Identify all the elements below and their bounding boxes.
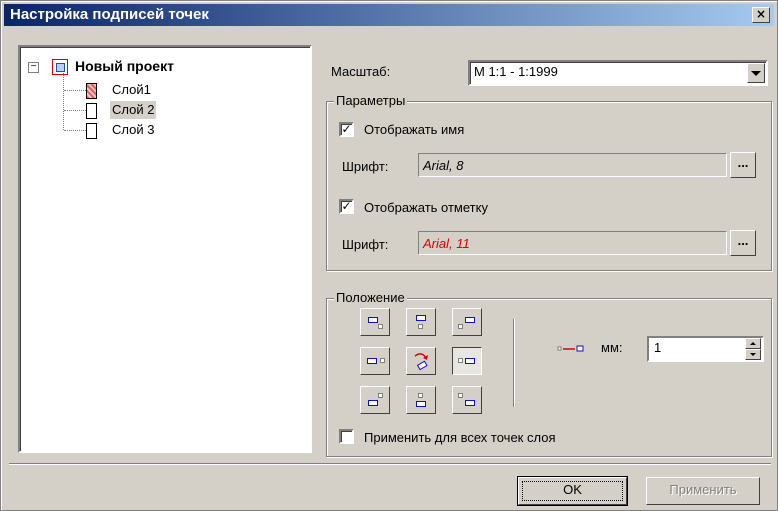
- layer-icon: [86, 83, 97, 99]
- label-box-icon: [465, 358, 475, 364]
- label-box-icon: [416, 401, 426, 407]
- point-icon: [378, 393, 383, 398]
- spinner-buttons: [745, 338, 761, 360]
- font-label-mark: Шрифт:: [342, 237, 389, 252]
- close-icon: ×: [755, 7, 767, 21]
- mark-font-field: Arial, 11: [418, 231, 727, 255]
- show-name-label: Отображать имя: [364, 122, 465, 137]
- close-button[interactable]: ×: [752, 7, 770, 23]
- chevron-down-icon: [751, 71, 761, 76]
- scale-label: Масштаб:: [331, 64, 391, 79]
- point-icon: [418, 324, 423, 329]
- rotate-arrow-icon: [414, 353, 428, 371]
- position-top-right-button[interactable]: [452, 308, 482, 336]
- spin-down-button[interactable]: [745, 349, 761, 360]
- label-box-icon: [368, 317, 378, 323]
- position-top-left-button[interactable]: [360, 308, 390, 336]
- dropdown-button[interactable]: [747, 63, 765, 83]
- tree-connector: [64, 130, 86, 131]
- label-box-icon: [465, 317, 475, 323]
- point-icon: [418, 393, 423, 398]
- position-top-center-button[interactable]: [406, 308, 436, 336]
- focus-rect: [522, 481, 623, 501]
- position-middle-right-button[interactable]: [452, 347, 482, 375]
- tree-item-layer-1[interactable]: Слой1: [112, 81, 151, 99]
- point-icon: [378, 324, 383, 329]
- arrow-down-icon: [750, 353, 756, 356]
- tree-connector: [63, 73, 64, 130]
- position-separator: [513, 319, 515, 407]
- auto-position-button[interactable]: [406, 347, 436, 375]
- label-box-icon: [368, 400, 378, 406]
- name-font-value: Arial, 8: [423, 158, 464, 173]
- dialog-title: Настройка подписей точек: [10, 6, 209, 23]
- apply-all-checkbox[interactable]: [339, 429, 354, 444]
- name-font-field: Arial, 8: [418, 153, 727, 177]
- layer-tree[interactable]: − Новый проект Слой1 Слой 2 Слой 3: [18, 45, 312, 453]
- apply-button[interactable]: Применить: [646, 477, 760, 505]
- mark-font-value: Arial, 11: [423, 236, 470, 251]
- point-icon: [458, 393, 463, 398]
- point-icon: [458, 324, 463, 329]
- font-label-name: Шрифт:: [342, 159, 389, 174]
- collapse-toggle-icon[interactable]: −: [28, 62, 39, 73]
- offset-spinner[interactable]: 1: [647, 336, 764, 362]
- tree-item-layer-2[interactable]: Слой 2: [110, 101, 157, 119]
- params-group-title: Параметры: [334, 93, 408, 108]
- project-icon: [52, 59, 68, 75]
- checkmark-icon: ✓: [341, 122, 352, 136]
- offset-icon: [557, 345, 584, 352]
- label-box-icon: [465, 400, 475, 406]
- footer-separator: [9, 463, 771, 465]
- arrow-up-icon: [750, 342, 756, 345]
- layer-icon: [86, 103, 97, 119]
- position-bottom-center-button[interactable]: [406, 386, 436, 414]
- position-bottom-left-button[interactable]: [360, 386, 390, 414]
- tree-item-layer-3[interactable]: Слой 3: [112, 121, 154, 139]
- tree-connector: [64, 90, 86, 91]
- scale-value: М 1:1 - 1:1999: [474, 64, 558, 79]
- tree-connector: [64, 110, 86, 111]
- layer-icon: [86, 123, 97, 139]
- title-bar[interactable]: Настройка подписей точек ×: [4, 4, 774, 26]
- offset-unit-label: мм:: [601, 340, 623, 355]
- spin-up-button[interactable]: [745, 338, 761, 349]
- point-icon: [380, 358, 385, 363]
- mark-font-browse-button[interactable]: ...: [730, 230, 756, 256]
- position-bottom-right-button[interactable]: [452, 386, 482, 414]
- position-group-title: Положение: [334, 290, 407, 305]
- show-name-checkbox[interactable]: ✓: [339, 122, 354, 137]
- scale-select[interactable]: М 1:1 - 1:1999: [468, 60, 768, 86]
- tree-root-project[interactable]: Новый проект: [75, 57, 174, 75]
- dialog-window: Настройка подписей точек × − Новый проек…: [0, 0, 778, 511]
- checkmark-icon: ✓: [341, 199, 352, 213]
- offset-value[interactable]: 1: [654, 340, 661, 355]
- apply-all-label: Применить для всех точек слоя: [364, 430, 556, 445]
- show-mark-checkbox[interactable]: ✓: [339, 199, 354, 214]
- label-box-icon: [416, 315, 426, 321]
- label-box-icon: [367, 358, 377, 364]
- name-font-browse-button[interactable]: ...: [730, 152, 756, 178]
- position-middle-left-button[interactable]: [360, 347, 390, 375]
- ok-button[interactable]: OK: [517, 476, 628, 506]
- show-mark-label: Отображать отметку: [364, 200, 488, 215]
- point-icon: [458, 358, 463, 363]
